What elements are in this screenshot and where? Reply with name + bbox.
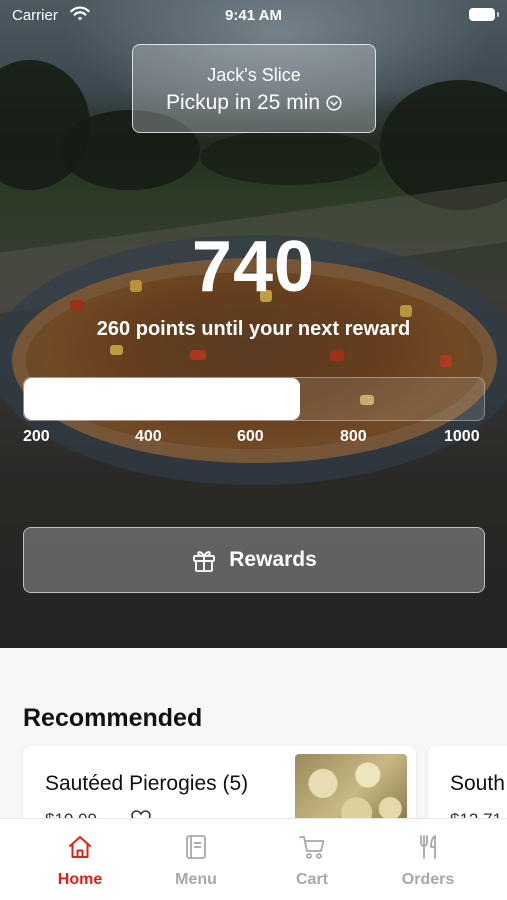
progress-tick: 200 (23, 428, 50, 445)
store-selector[interactable]: Jack's Slice Pickup in 25 min (132, 44, 376, 133)
clock: 9:41 AM (225, 7, 282, 24)
tab-menu-label: Menu (175, 871, 217, 888)
fork-knife-icon (420, 835, 436, 859)
menu-item-name: Sautéed Pierogies (5) (45, 772, 249, 795)
progress-tick: 400 (135, 428, 162, 445)
tab-orders[interactable]: Orders (365, 819, 491, 900)
points-until-reward: 260 points until your next reward (96, 318, 411, 340)
tab-menu[interactable]: Menu (133, 819, 259, 900)
battery-icon (469, 8, 499, 21)
rewards-progress-fill (24, 378, 300, 420)
tab-home-label: Home (57, 871, 103, 888)
progress-tick: 600 (237, 428, 264, 445)
tab-orders-label: Orders (401, 871, 455, 888)
menu-book-icon (186, 835, 206, 859)
status-bar: Carrier 9:41 AM (0, 0, 507, 30)
tab-cart[interactable]: Cart (249, 819, 375, 900)
tab-home[interactable]: Home (17, 819, 143, 900)
gift-icon (193, 551, 216, 572)
points-total: 740 (191, 227, 316, 307)
tab-cart-label: Cart (295, 871, 328, 888)
progress-tick: 800 (340, 428, 367, 445)
tab-bar: Home Menu Cart Orders (0, 818, 507, 900)
store-name: Jack's Slice (207, 65, 301, 85)
pickup-time: Pickup in 25 min (133, 91, 375, 115)
section-title: Recommended (23, 704, 203, 732)
home-icon (69, 836, 91, 858)
rewards-button[interactable]: Rewards (23, 527, 485, 593)
rewards-progress-bar (23, 377, 485, 421)
chevron-down-icon (326, 95, 342, 111)
cart-icon (299, 836, 325, 859)
rewards-button-label: Rewards (229, 548, 317, 571)
pickup-label: Pickup in 25 min (165, 91, 321, 114)
menu-item-name: South (450, 772, 505, 795)
progress-tick: 1000 (444, 428, 480, 445)
